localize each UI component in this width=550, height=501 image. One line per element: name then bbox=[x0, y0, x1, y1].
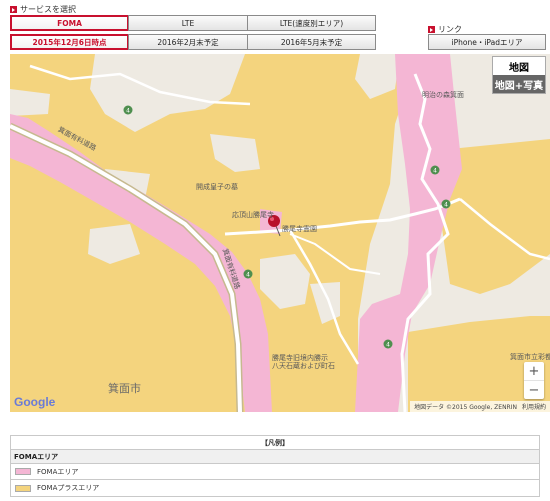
legend-item-foma-plus: FOMAプラスエリア bbox=[11, 480, 539, 496]
legend-item-label: FOMAプラスエリア bbox=[37, 484, 100, 492]
google-logo: Google bbox=[14, 395, 55, 409]
legend-heading: FOMAエリア bbox=[11, 450, 539, 464]
attribution-text: 地図データ ©2015 Google, ZENRIN bbox=[414, 404, 517, 411]
route-number: 4 bbox=[433, 168, 437, 175]
temple-label: 応頂山勝尾寺 bbox=[232, 211, 274, 219]
arrow-icon bbox=[428, 26, 435, 33]
terms-link[interactable]: 利用規約 bbox=[522, 402, 546, 411]
zoom-out-button[interactable]: − bbox=[524, 381, 544, 399]
legend-item-foma: FOMAエリア bbox=[11, 464, 539, 480]
map-type-control: 地図 地図+写真 bbox=[492, 56, 546, 94]
tab-2016-02[interactable]: 2016年2月末予定 bbox=[128, 34, 248, 50]
map-attribution: 地図データ ©2015 Google, ZENRIN 利用規約 bbox=[410, 401, 550, 412]
arrow-icon bbox=[10, 6, 17, 13]
map-type-map-button[interactable]: 地図 bbox=[493, 57, 545, 75]
foma-plus-swatch bbox=[15, 484, 31, 492]
service-label: サービスを選択 bbox=[20, 5, 76, 14]
park-label: 明治の森箕面 bbox=[422, 91, 464, 99]
legend-item-label: FOMAエリア bbox=[37, 467, 79, 476]
cemetery-label: 勝尾寺霊園 bbox=[282, 225, 317, 233]
google-logo-text: Google bbox=[14, 395, 56, 409]
route-number: 4 bbox=[386, 342, 390, 349]
iphone-ipad-area-link[interactable]: iPhone・iPadエリア bbox=[428, 34, 546, 50]
school-label: 箕面市立彩都の bbox=[510, 353, 550, 361]
route-number: 4 bbox=[444, 202, 448, 209]
legend-region-title: 【凡例】 bbox=[11, 436, 539, 450]
route-number: 4 bbox=[246, 272, 250, 279]
service-section-label: サービスを選択 bbox=[10, 4, 76, 15]
zoom-control: + − bbox=[524, 362, 544, 399]
zoom-in-button[interactable]: + bbox=[524, 362, 544, 380]
building-label: 勝尾寺旧境内勝示 八天石蔵および町石 bbox=[272, 354, 335, 371]
time-tabs: 2015年12月6日時点 2016年2月末予定 2016年5月末予定 bbox=[10, 34, 376, 50]
route-number: 4 bbox=[126, 108, 130, 115]
tab-2015-12-06[interactable]: 2015年12月6日時点 bbox=[10, 34, 129, 50]
tab-2016-05[interactable]: 2016年5月末予定 bbox=[247, 34, 376, 50]
tab-foma[interactable]: FOMA bbox=[10, 15, 129, 31]
city-label: 箕面市 bbox=[108, 382, 141, 395]
tomb-label: 開成皇子の墓 bbox=[196, 183, 238, 191]
map-type-satellite-button[interactable]: 地図+写真 bbox=[493, 75, 545, 93]
foma-swatch bbox=[15, 468, 31, 475]
service-tabs: FOMA LTE LTE(速度別エリア) bbox=[10, 15, 376, 31]
coverage-map[interactable]: 44444 地図 地図+写真 + − 明治の森箕面 箕面有料道路 箕面有料道路 … bbox=[10, 54, 550, 412]
foma-plus-area bbox=[10, 54, 410, 412]
legend: 【凡例】 FOMAエリア FOMAエリア FOMAプラスエリア bbox=[10, 435, 540, 497]
tab-lte-speed[interactable]: LTE(速度別エリア) bbox=[247, 15, 376, 31]
tab-lte[interactable]: LTE bbox=[128, 15, 248, 31]
